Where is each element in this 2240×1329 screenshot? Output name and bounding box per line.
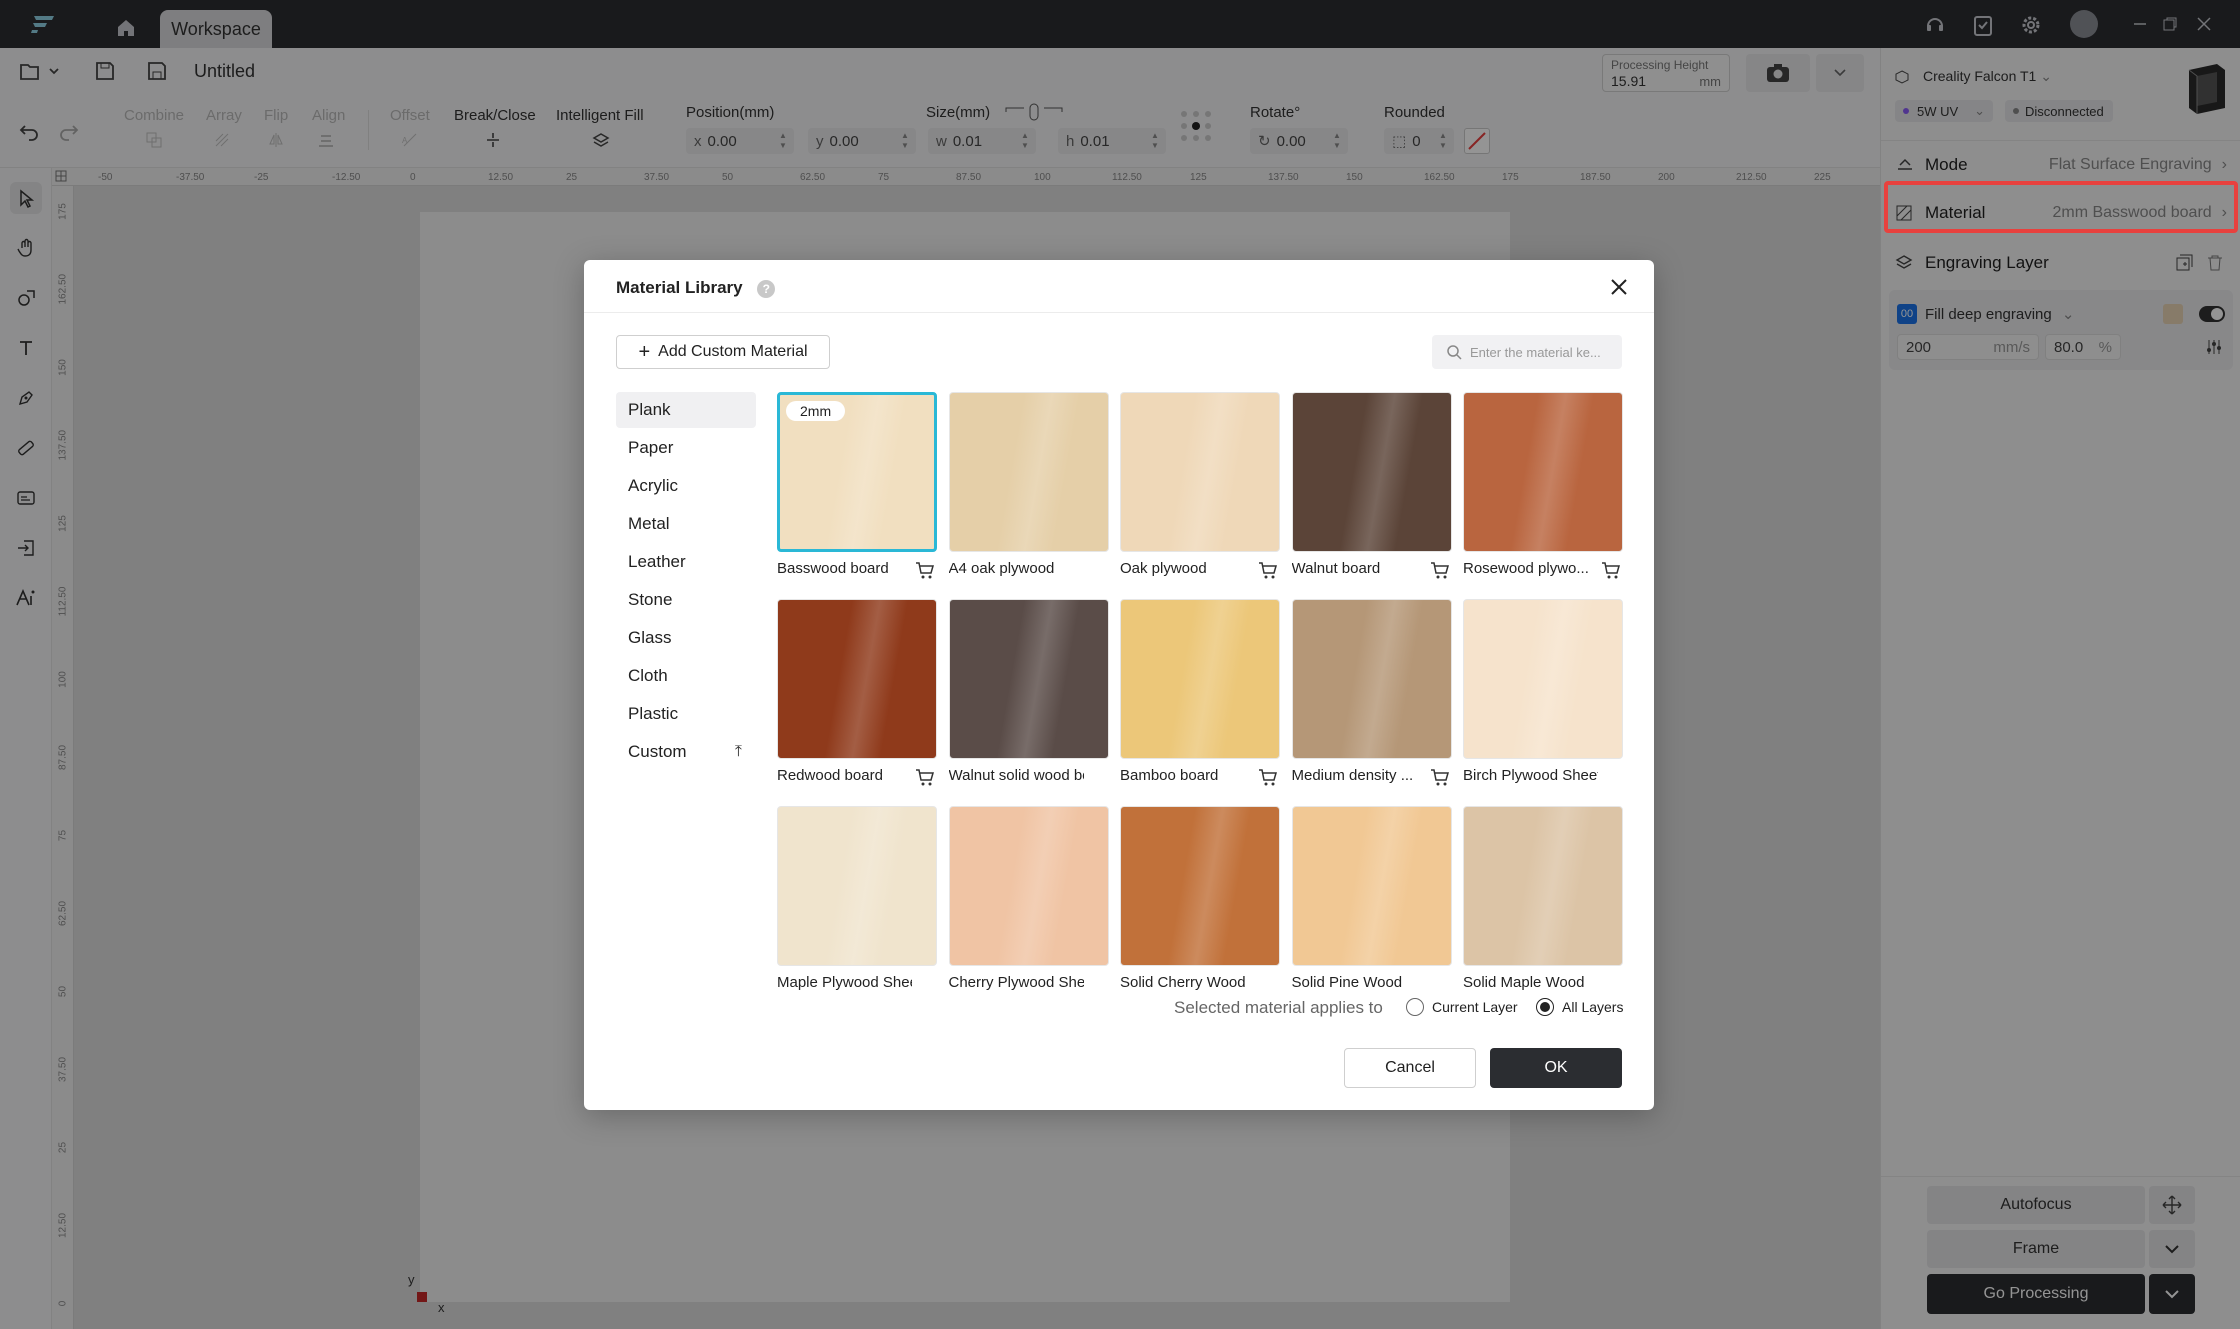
applies-to-label: Selected material applies to — [1174, 998, 1383, 1017]
category-item[interactable]: Stone — [616, 582, 756, 618]
material-thumbnail — [1120, 392, 1280, 552]
dialog-title-text: Material Library — [616, 278, 743, 297]
category-label: Custom — [628, 742, 687, 761]
help-icon[interactable]: ? — [757, 279, 776, 298]
radio-all-layers[interactable]: All Layers — [1536, 998, 1623, 1016]
category-label: Acrylic — [628, 476, 679, 495]
material-highlight-annotation — [1884, 181, 2238, 233]
material-thumbnail — [948, 806, 1109, 966]
category-label: Paper — [628, 438, 674, 457]
radio-unchecked-icon — [1406, 998, 1424, 1016]
category-item[interactable]: Leather — [616, 544, 756, 580]
material-name: Medium density ... — [1291, 767, 1414, 784]
category-item[interactable]: Glass — [616, 620, 756, 656]
material-name: Redwood board — [777, 767, 883, 784]
material-name: Birch Plywood Sheets — [1463, 767, 1598, 784]
pin-top-icon[interactable]: ⤒ — [735, 743, 742, 761]
material-thumbnail — [777, 599, 937, 759]
shopping-cart-icon[interactable] — [1258, 767, 1278, 787]
material-name: Solid Maple Wood — [1463, 974, 1585, 991]
search-icon — [1447, 345, 1462, 360]
material-thumbnail — [1463, 392, 1623, 552]
shopping-cart-icon[interactable] — [915, 560, 935, 580]
material-name: Bamboo board — [1120, 767, 1219, 784]
dialog-title: Material Library ? — [616, 278, 776, 298]
category-item[interactable]: Plank — [616, 392, 756, 428]
plus-icon: + — [638, 341, 651, 363]
material-name: Maple Plywood Sheets — [777, 974, 912, 991]
category-label: Leather — [628, 552, 686, 571]
shopping-cart-icon[interactable] — [1258, 560, 1278, 580]
add-custom-material-button[interactable]: + Add Custom Material — [616, 335, 830, 369]
shopping-cart-icon[interactable] — [915, 767, 935, 787]
close-icon[interactable] — [1604, 272, 1634, 302]
material-name: Cherry Plywood Sheets — [948, 974, 1084, 991]
shopping-cart-icon[interactable] — [1430, 560, 1450, 580]
material-library-dialog: Material Library ? + Add Custom Material … — [584, 260, 1654, 1110]
category-item[interactable]: Plastic — [616, 696, 756, 732]
search-placeholder: Enter the material ke... — [1470, 344, 1601, 360]
material-thumbnail — [1463, 806, 1623, 966]
shopping-cart-icon[interactable] — [1430, 767, 1450, 787]
ok-label: OK — [1544, 1059, 1568, 1076]
material-thumbnail — [1120, 599, 1280, 759]
category-label: Plastic — [628, 704, 679, 723]
category-label: Metal — [628, 514, 670, 533]
material-search-input[interactable]: Enter the material ke... — [1432, 335, 1622, 369]
material-name: Basswood board — [777, 560, 889, 577]
material-thumbnail — [1120, 806, 1280, 966]
category-item[interactable]: Metal — [616, 506, 756, 542]
add-custom-label: Add Custom Material — [658, 343, 808, 360]
material-name: Rosewood plywo... — [1463, 560, 1589, 577]
category-item[interactable]: Acrylic — [616, 468, 756, 504]
material-thumbnail — [777, 806, 937, 966]
cancel-label: Cancel — [1385, 1059, 1435, 1076]
thickness-badge: 2mm — [786, 401, 846, 421]
material-thumbnail — [948, 392, 1109, 552]
category-label: Cloth — [628, 666, 668, 685]
material-name: Solid Pine Wood — [1291, 974, 1403, 991]
category-item[interactable]: Cloth — [616, 658, 756, 694]
radio-current-label: Current Layer — [1432, 999, 1518, 1015]
category-label: Glass — [628, 628, 672, 647]
category-label: Plank — [628, 400, 671, 419]
material-thumbnail: 2mm — [777, 392, 937, 552]
material-thumbnail — [1463, 599, 1623, 759]
radio-checked-icon — [1536, 998, 1554, 1016]
material-name: Walnut solid wood bo... — [948, 767, 1084, 784]
shopping-cart-icon[interactable] — [1601, 560, 1621, 580]
category-item[interactable]: Paper — [616, 430, 756, 466]
material-name: Oak plywood — [1120, 560, 1207, 577]
material-thumbnail — [1291, 806, 1452, 966]
material-name: Walnut board — [1291, 560, 1381, 577]
radio-current-layer[interactable]: Current Layer — [1406, 998, 1518, 1016]
material-name: Solid Cherry Wood — [1120, 974, 1246, 991]
category-item[interactable]: Custom ⤒ — [616, 734, 756, 770]
ok-button[interactable]: OK — [1490, 1048, 1622, 1088]
material-thumbnail — [1291, 392, 1452, 552]
material-name: A4 oak plywood — [948, 560, 1055, 577]
cancel-button[interactable]: Cancel — [1344, 1048, 1476, 1088]
dialog-divider — [584, 312, 1654, 313]
material-thumbnail — [948, 599, 1109, 759]
radio-all-label: All Layers — [1562, 999, 1624, 1015]
material-thumbnail — [1291, 599, 1452, 759]
category-label: Stone — [628, 590, 673, 609]
